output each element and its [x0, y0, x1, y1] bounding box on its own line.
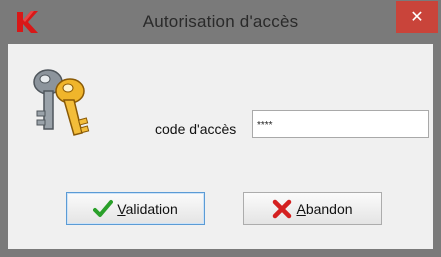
code-acces-label: code d'accès — [155, 121, 237, 137]
title-bar[interactable]: Autorisation d'accès ✕ — [0, 0, 441, 44]
abandon-label: Abandon — [296, 200, 353, 217]
validation-label: Validation — [117, 200, 178, 217]
window-title: Autorisation d'accès — [142, 12, 299, 31]
abandon-button[interactable]: Abandon — [243, 192, 382, 225]
green-checkmark-icon — [93, 199, 114, 217]
dialog-content: code d'accès Validation Abandon — [8, 44, 433, 249]
close-button[interactable]: ✕ — [396, 1, 438, 33]
validation-button[interactable]: Validation — [66, 192, 205, 225]
keys-icon — [33, 69, 90, 136]
dialog-window: Autorisation d'accès ✕ code d'accès ****… — [0, 0, 441, 257]
red-x-icon — [273, 199, 292, 218]
code-acces-input[interactable] — [252, 110, 429, 138]
close-icon: ✕ — [410, 9, 424, 26]
